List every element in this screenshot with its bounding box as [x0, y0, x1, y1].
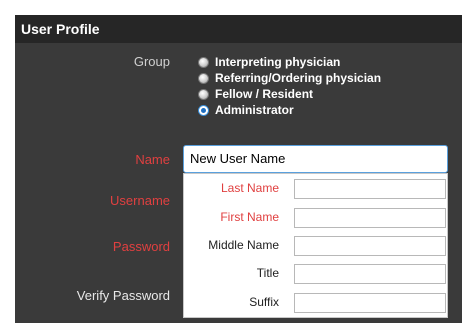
group-option-label: Administrator — [215, 103, 294, 117]
first-name-input[interactable] — [294, 208, 446, 228]
group-label: Group — [133, 54, 170, 69]
radio-checked-icon[interactable] — [198, 104, 209, 116]
group-option-administrator[interactable]: Administrator — [198, 103, 294, 117]
radio-icon[interactable] — [198, 56, 209, 68]
user-profile-page: User Profile Group Interpreting physicia… — [0, 0, 462, 323]
middle-name-label: Middle Name — [208, 238, 279, 252]
last-name-input[interactable] — [294, 179, 446, 199]
group-option-label: Fellow / Resident — [215, 87, 314, 101]
title-label: Title — [256, 266, 279, 280]
username-label: Username — [110, 193, 170, 208]
group-option-interpreting[interactable]: Interpreting physician — [198, 55, 340, 69]
group-option-referring[interactable]: Referring/Ordering physician — [198, 71, 381, 85]
name-label: Name — [135, 152, 170, 167]
group-option-label: Interpreting physician — [215, 55, 341, 69]
last-name-label: Last Name — [220, 181, 279, 195]
radio-icon[interactable] — [198, 88, 209, 100]
first-name-label: First Name — [220, 210, 279, 224]
middle-name-input[interactable] — [294, 236, 446, 256]
suffix-label: Suffix — [249, 295, 279, 309]
password-label: Password — [112, 239, 170, 254]
name-input[interactable]: New User Name — [183, 145, 448, 173]
panel-title: User Profile — [15, 15, 462, 43]
name-details-popup: Last Name First Name Middle Name Title S… — [183, 173, 448, 318]
suffix-input[interactable] — [294, 293, 446, 313]
group-option-label: Referring/Ordering physician — [215, 71, 382, 85]
group-option-fellow[interactable]: Fellow / Resident — [198, 87, 313, 101]
verify-password-label: Verify Password — [76, 288, 170, 303]
title-input[interactable] — [294, 264, 446, 284]
radio-icon[interactable] — [198, 72, 209, 84]
